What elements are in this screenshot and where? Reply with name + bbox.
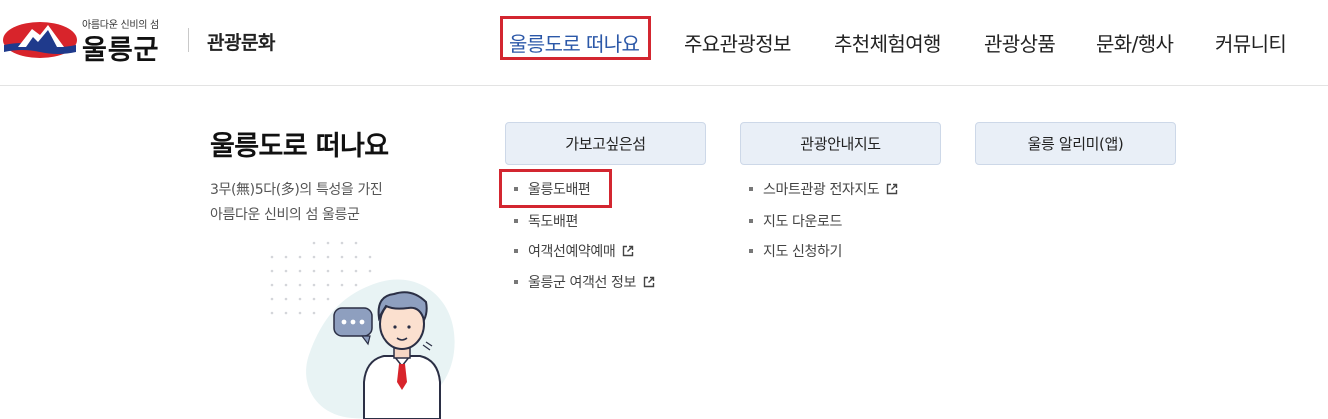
submenu-item-ferry-reservation[interactable]: 여객선예약예매 bbox=[514, 241, 634, 261]
submenu-item-label: 지도 다운로드 bbox=[763, 214, 842, 230]
external-link-icon bbox=[623, 245, 634, 257]
submenu-item-dokdo-ferry[interactable]: 독도배편 bbox=[514, 211, 578, 231]
submenu-highlight-box bbox=[499, 169, 612, 208]
menu-button-ulleung-app[interactable]: 울릉 알리미(앱) bbox=[975, 122, 1176, 165]
submenu-item-label: 울릉군 여객선 정보 bbox=[528, 275, 636, 291]
bullet-icon bbox=[514, 280, 518, 284]
mega-menu-description: 3무(無)5다(多)의 특성을 가진 아름다운 신비의 섬 울릉군 bbox=[210, 178, 383, 228]
bullet-icon bbox=[514, 219, 518, 223]
nav-item-tour-products[interactable]: 관광상품 bbox=[984, 28, 1056, 57]
mega-menu-title: 울릉도로 떠나요 bbox=[210, 131, 389, 162]
bullet-icon bbox=[749, 249, 753, 253]
description-line: 아름다운 신비의 섬 울릉군 bbox=[210, 207, 360, 223]
bullet-icon bbox=[514, 249, 518, 253]
submenu-item-ferry-info[interactable]: 울릉군 여객선 정보 bbox=[514, 272, 655, 292]
logo-name: 울릉군 bbox=[82, 35, 160, 66]
submenu-item-smart-tour-map[interactable]: 스마트관광 전자지도 bbox=[749, 179, 898, 199]
external-link-icon bbox=[887, 183, 898, 195]
description-line: 3무(無)5다(多)의 특성을 가진 bbox=[210, 182, 383, 198]
external-link-icon bbox=[643, 276, 655, 288]
menu-button-must-visit-island[interactable]: 가보고싶은섬 bbox=[505, 122, 706, 165]
submenu-item-map-download[interactable]: 지도 다운로드 bbox=[749, 211, 842, 231]
site-section-title: 관광문화 bbox=[207, 32, 275, 54]
menu-button-tour-map[interactable]: 관광안내지도 bbox=[740, 122, 941, 165]
submenu-item-label: 독도배편 bbox=[528, 214, 578, 230]
nav-item-culture-events[interactable]: 문화/행사 bbox=[1096, 28, 1174, 57]
nav-highlight-box bbox=[500, 16, 651, 60]
customer-service-illustration bbox=[270, 241, 455, 419]
site-logo[interactable]: 아름다운 신비의 섬 울릉군 bbox=[2, 14, 172, 66]
nav-item-recommended-experience[interactable]: 추천체험여행 bbox=[834, 28, 941, 57]
bullet-icon bbox=[749, 187, 753, 191]
submenu-item-map-request[interactable]: 지도 신청하기 bbox=[749, 241, 842, 261]
submenu-item-label: 여객선예약예매 bbox=[528, 244, 616, 260]
nav-item-main-tourism-info[interactable]: 주요관광정보 bbox=[684, 28, 791, 57]
ulleung-mountain-emblem-icon bbox=[3, 22, 77, 58]
nav-item-community[interactable]: 커뮤니티 bbox=[1215, 28, 1287, 57]
bullet-icon bbox=[749, 219, 753, 223]
site-header: 아름다운 신비의 섬 울릉군 관광문화 울릉도로 떠나요 주요관광정보 추천체험… bbox=[0, 0, 1328, 86]
header-divider bbox=[188, 28, 189, 52]
submenu-item-label: 지도 신청하기 bbox=[763, 244, 842, 260]
submenu-item-label: 스마트관광 전자지도 bbox=[763, 182, 880, 198]
